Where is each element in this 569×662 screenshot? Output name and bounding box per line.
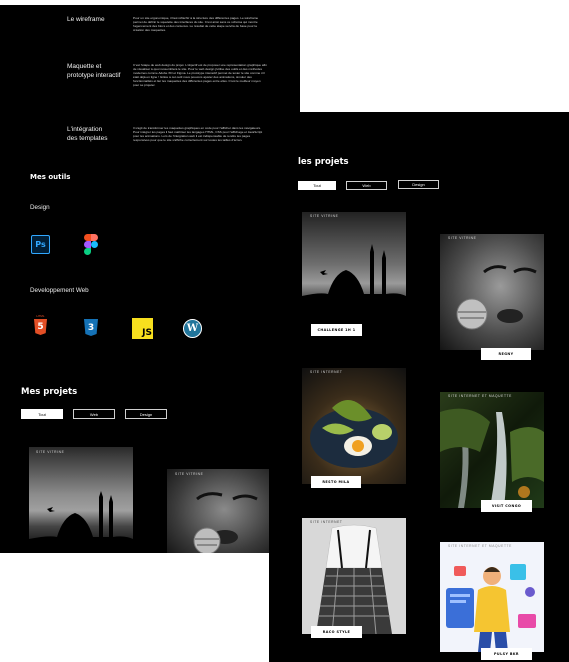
wordpress-icon[interactable]: W <box>183 319 202 338</box>
project-label[interactable]: RESTO MILA <box>311 476 361 488</box>
mosque-silhouette <box>29 491 133 553</box>
project-card[interactable]: SITE INTERNET <box>302 518 406 634</box>
html5-shield: 5 <box>34 319 47 335</box>
projects-title: les projets <box>298 157 349 167</box>
step-title-integration: L'intégration des templates <box>67 126 107 143</box>
css3-icon[interactable]: 3 <box>84 319 98 336</box>
food-photo <box>310 400 398 468</box>
step-title-wireframe: Le wireframe <box>67 16 105 23</box>
portfolio-page-right: les projets Tout Web Design SITE VITRINE… <box>269 112 569 662</box>
portrait-photo <box>456 265 537 330</box>
project-label[interactable]: REGNY <box>481 348 531 360</box>
filter-design-button[interactable]: Design <box>398 180 439 189</box>
portfolio-collage: Le wireframe Pour un site ergonomique, i… <box>0 0 569 662</box>
portrait-photo <box>193 492 258 553</box>
developer-illustration <box>446 564 536 652</box>
project-label[interactable]: CHALLENGE 1H 1 <box>311 324 362 336</box>
step-body-maquette: C'est l'étape de web design du projet. L… <box>133 63 267 87</box>
filter-all-button[interactable]: Tout <box>298 181 336 190</box>
project-label[interactable]: PULSY BKR <box>481 648 532 660</box>
project-card[interactable]: SITE VITRINE <box>167 469 271 553</box>
project-card[interactable]: SITE INTERNET ET MAQUETTE <box>440 392 544 508</box>
project-card[interactable]: SITE VITRINE <box>29 447 133 553</box>
html5-icon[interactable]: HTML 5 <box>33 314 48 337</box>
photoshop-icon[interactable]: Ps <box>31 235 50 254</box>
projects-title: Mes projets <box>21 387 78 397</box>
project-card[interactable]: SITE VITRINE <box>440 234 544 350</box>
filter-web-button[interactable]: Web <box>346 181 387 190</box>
tools-title: Mes outils <box>30 173 71 181</box>
step-title-line: L'intégration <box>67 126 103 133</box>
step-title-line: Maquette et <box>67 63 102 70</box>
portfolio-page-left: Le wireframe Pour un site ergonomique, i… <box>0 5 300 553</box>
project-card[interactable]: SITE INTERNET <box>302 368 406 484</box>
project-card[interactable]: SITE INTERNET ET MAQUETTE <box>440 542 544 652</box>
javascript-icon[interactable]: JS <box>132 318 153 339</box>
dev-label: Developpement Web <box>30 287 89 294</box>
step-title-maquette: Maquette et prototype interactif <box>67 63 120 80</box>
filter-design-button[interactable]: Design <box>125 409 167 419</box>
waterfall-photo <box>440 408 544 508</box>
filter-all-button[interactable]: Tout <box>21 409 63 419</box>
mosque-silhouette <box>302 244 406 342</box>
project-label[interactable]: RACO STYLE <box>311 626 362 638</box>
step-title-line: prototype interactif <box>67 71 121 79</box>
step-body-integration: Il s'agit de transformer les maquettes g… <box>133 126 263 142</box>
html5-caption: HTML <box>36 314 45 318</box>
step-body-wireframe: Pour un site ergonomique, il faut réfléc… <box>133 16 259 32</box>
design-label: Design <box>30 204 50 211</box>
project-card[interactable]: SITE VITRINE <box>302 212 406 342</box>
filter-web-button[interactable]: Web <box>73 409 115 419</box>
figma-icon[interactable] <box>84 234 98 255</box>
step-title-line: des templates <box>67 134 108 142</box>
fashion-photo <box>316 524 392 634</box>
project-label[interactable]: VISIT CONGO <box>481 500 532 512</box>
